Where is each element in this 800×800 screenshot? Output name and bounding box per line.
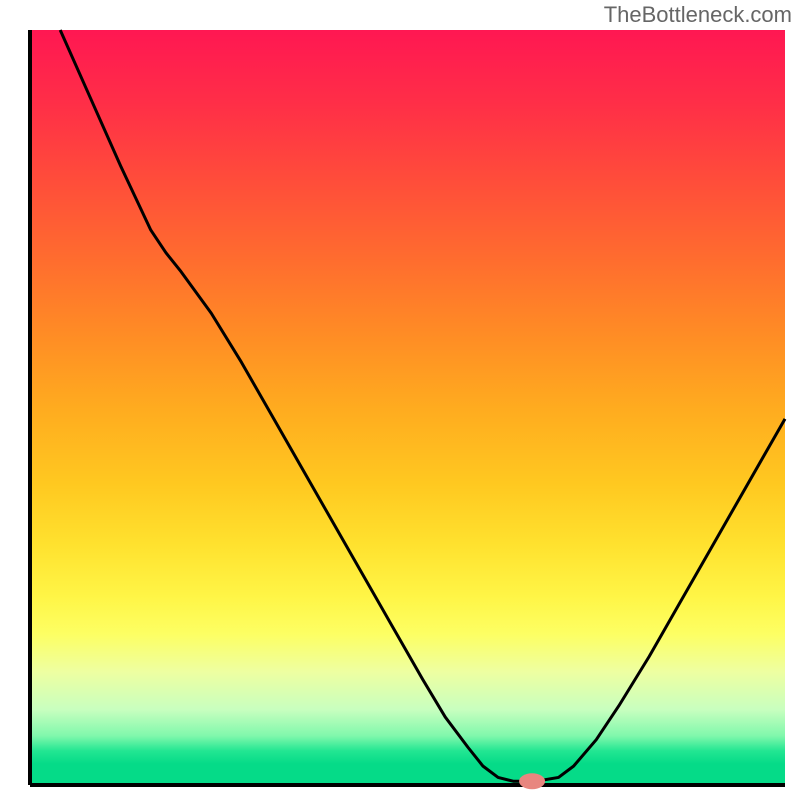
- optimal-marker: [519, 773, 545, 789]
- watermark-text: TheBottleneck.com: [604, 2, 792, 28]
- chart-area: [0, 0, 800, 800]
- chart-svg: [0, 0, 800, 800]
- plot-background: [30, 30, 785, 785]
